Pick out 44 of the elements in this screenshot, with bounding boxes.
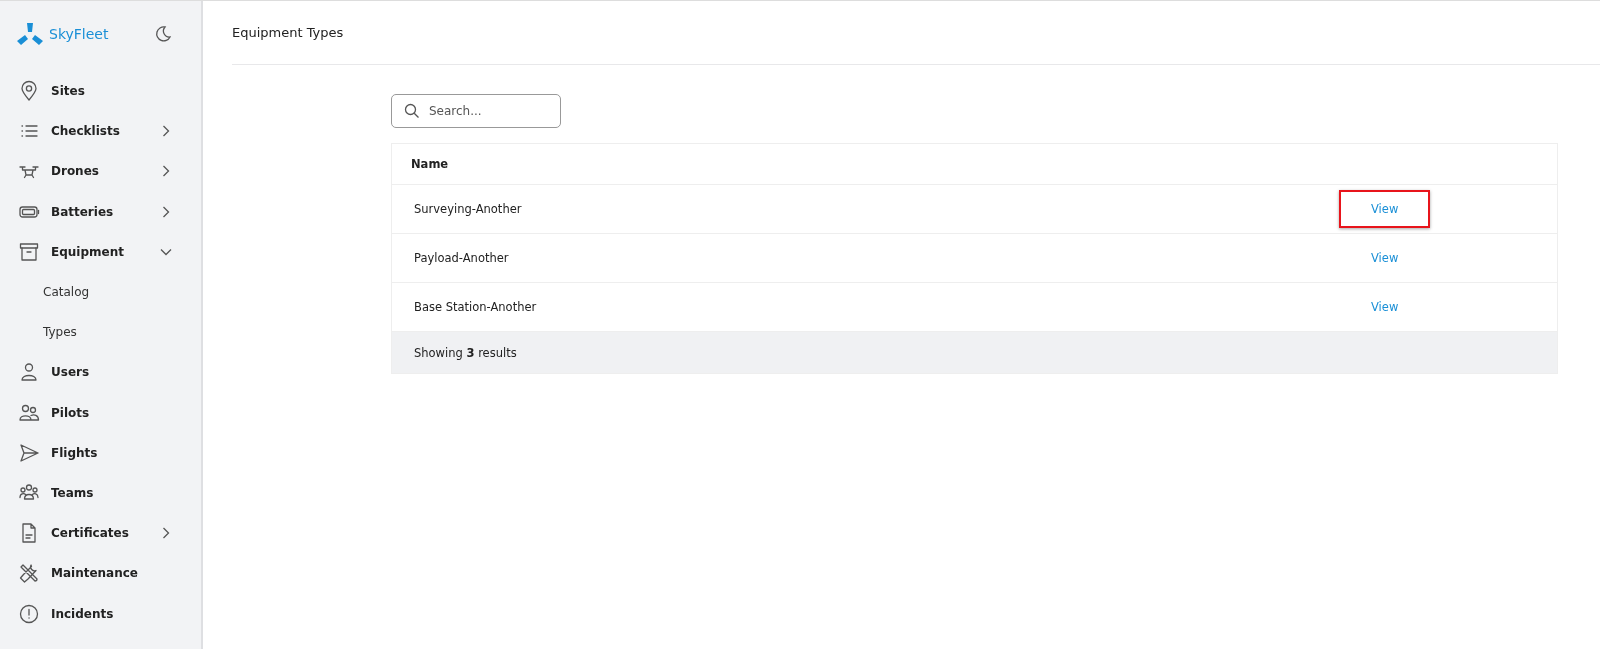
table-cell-text: Surveying-Another: [414, 202, 523, 216]
sidebar-subitem[interactable]: Types: [0, 312, 77, 353]
nav-label: Incidents: [51, 606, 115, 621]
table-cell-text: Base Station-Another: [414, 300, 538, 314]
nav-label: Flights: [51, 445, 99, 460]
sidebar-item[interactable]: Pilots: [0, 392, 201, 433]
tools-icon: [18, 562, 40, 585]
map-pin-icon: [18, 80, 40, 103]
moon-icon[interactable]: [153, 24, 173, 44]
nav-label: Batteries: [51, 204, 115, 219]
brand-name: SkyFleet: [49, 26, 110, 42]
page-title: Equipment Types: [232, 25, 344, 40]
logo-icon: [16, 22, 44, 46]
nav-label: Sites: [51, 84, 86, 99]
nav-label: Maintenance: [51, 566, 139, 581]
search-icon: [404, 103, 420, 119]
sidebar-item[interactable]: Batteries: [0, 191, 201, 232]
sidebar-item[interactable]: Users: [0, 352, 201, 393]
nav-label: Certificates: [51, 526, 130, 541]
view-link[interactable]: View: [1339, 288, 1431, 326]
nav-label: Equipment: [51, 244, 125, 259]
table-cell-text: Payload-Another: [414, 251, 510, 265]
sidebar-item[interactable]: Maintenance: [0, 553, 201, 594]
sidebar-item[interactable]: Certificates: [0, 513, 201, 554]
sidebar-item[interactable]: Teams: [0, 472, 201, 514]
nav-label: Users: [51, 365, 91, 380]
results-count: Showing 3 results: [414, 345, 517, 360]
view-link[interactable]: View: [1339, 239, 1431, 277]
sidebar-item[interactable]: Incidents: [0, 593, 201, 634]
nav-label: Drones: [51, 164, 100, 179]
sidebar-subitem[interactable]: Catalog: [0, 271, 90, 313]
view-link[interactable]: View: [1339, 190, 1431, 228]
sidebar-item[interactable]: Drones: [0, 151, 201, 192]
archive-box-icon: [18, 240, 40, 263]
sidebar-item[interactable]: Equipment: [0, 231, 201, 272]
nav-label: Checklists: [51, 124, 121, 139]
search-field[interactable]: Search...: [391, 94, 561, 128]
nav-label: Pilots: [51, 405, 91, 420]
sidebar-item[interactable]: Checklists: [0, 111, 201, 152]
column-header: Name: [411, 157, 449, 171]
sidebar-item[interactable]: Sites: [0, 71, 201, 112]
exclamation-circle-icon: [18, 602, 40, 625]
sidebar-item[interactable]: Flights: [0, 432, 201, 473]
nav-label: Teams: [51, 485, 95, 500]
